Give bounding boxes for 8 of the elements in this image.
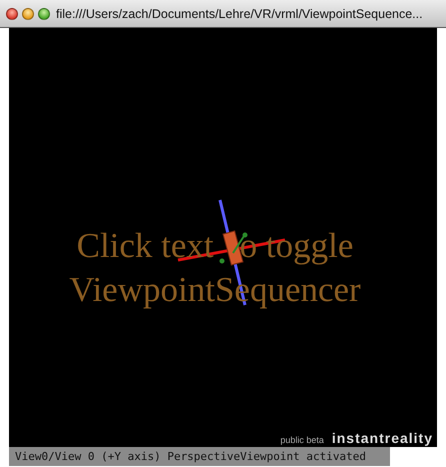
logo-tagline: public beta: [280, 435, 324, 445]
status-bar: View0/View 0 (+Y axis) PerspectiveViewpoint activated: [9, 447, 390, 466]
minimize-button[interactable]: [22, 8, 34, 20]
scene-text[interactable]: Click text: [76, 224, 214, 268]
zoom-button[interactable]: [38, 8, 50, 20]
window-title: file:///Users/zach/Documents/Lehre/VR/vrml/ViewpointSequence...: [56, 6, 423, 20]
close-button[interactable]: [6, 8, 18, 20]
logo: instantreality: [332, 430, 433, 446]
